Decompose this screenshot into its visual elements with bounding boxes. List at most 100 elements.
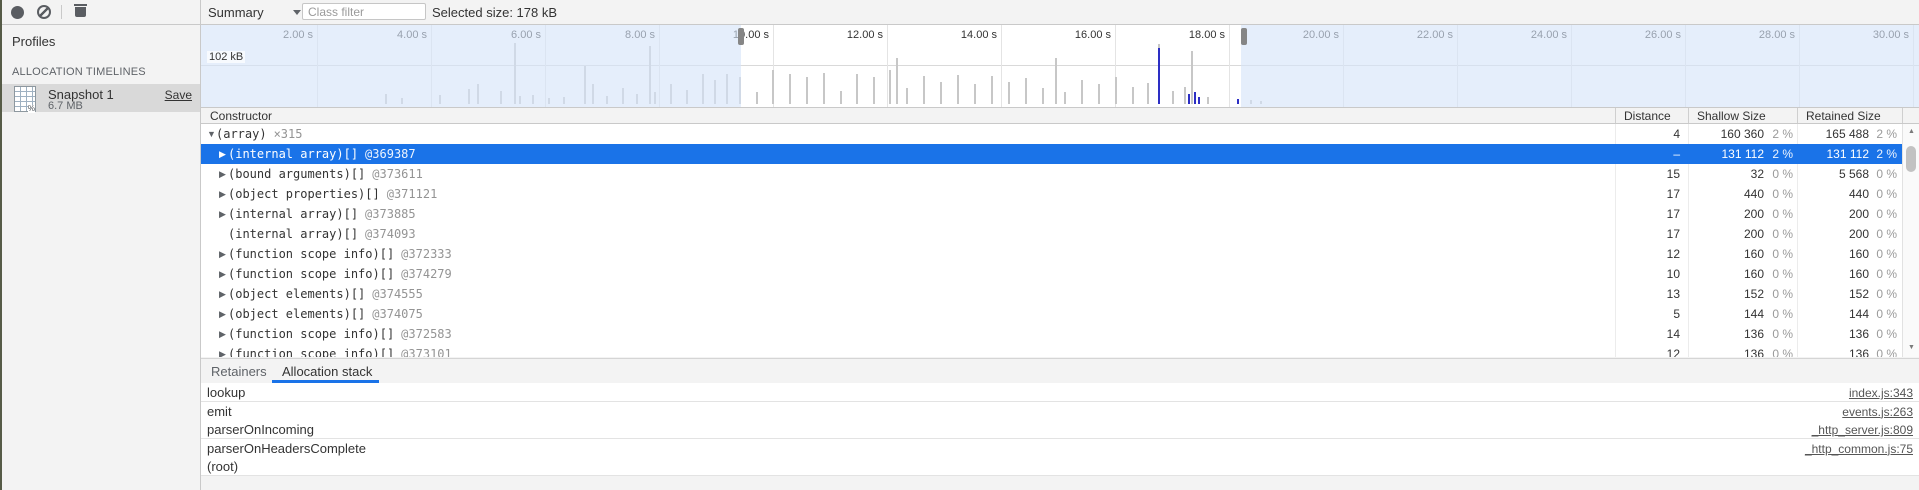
record-heap-icon[interactable]	[11, 6, 24, 19]
scroll-down-icon[interactable]: ▼	[1903, 344, 1919, 351]
source-location-link[interactable]: events.js:263	[1842, 405, 1913, 419]
allocation-bar	[940, 82, 942, 104]
tree-expand-icon[interactable]: ▶	[219, 204, 226, 224]
retained-size-cell: 136	[1797, 344, 1869, 357]
selection-handle-left[interactable]	[738, 28, 744, 45]
distance-cell: 17	[1615, 224, 1680, 244]
retained-size-cell: 144	[1797, 304, 1869, 324]
tree-expand-icon[interactable]: ▶	[219, 284, 226, 304]
shallow-pct-cell: 0 %	[1764, 284, 1793, 304]
tab-allocation-stack[interactable]: Allocation stack	[282, 364, 372, 379]
retained-pct-cell: 0 %	[1869, 264, 1897, 284]
tree-expand-icon[interactable]: ▶	[219, 244, 226, 264]
table-scrollbar[interactable]: ▲ ▼	[1902, 124, 1919, 357]
retained-pct-cell: 0 %	[1869, 324, 1897, 344]
time-tick-label: 12.00 s	[807, 29, 883, 41]
shallow-pct-cell: 0 %	[1764, 304, 1793, 324]
shallow-size-cell: 144	[1688, 304, 1764, 324]
scroll-up-icon[interactable]: ▲	[1903, 128, 1919, 135]
scrollbar-thumb[interactable]	[1906, 146, 1916, 172]
chevron-down-icon	[293, 10, 301, 15]
retained-size-cell: 200	[1797, 224, 1869, 244]
source-location-link[interactable]: _http_common.js:75	[1805, 442, 1913, 456]
column-header-shallow-size[interactable]: Shallow Size	[1697, 109, 1766, 123]
table-row[interactable]: ▶(object properties)[]@371121174400 %440…	[201, 184, 1919, 204]
source-location-link[interactable]: _http_server.js:809	[1812, 423, 1913, 437]
allocation-bar	[1194, 92, 1196, 104]
tree-expand-icon[interactable]: ▶	[219, 344, 226, 357]
shallow-pct-cell: 0 %	[1764, 204, 1793, 224]
retained-pct-cell: 2 %	[1869, 124, 1897, 144]
shallow-size-cell: 131 112	[1688, 144, 1764, 164]
allocation-bar	[1081, 80, 1083, 104]
heap-object-table[interactable]: ▼(array)×3154160 3602 %165 4882 %▶(inter…	[201, 124, 1919, 357]
timeline-gridline	[1001, 25, 1002, 107]
distance-cell: 12	[1615, 344, 1680, 357]
clear-all-icon[interactable]	[37, 5, 51, 19]
table-row[interactable]: ▶(function scope info)[]@372583141360 %1…	[201, 324, 1919, 344]
table-row[interactable]: ▶(internal array)[]@369387–131 1122 %131…	[201, 144, 1919, 164]
retained-size-cell: 131 112	[1797, 144, 1869, 164]
table-row[interactable]: (internal array)[]@374093172000 %2000 %	[201, 224, 1919, 244]
stack-frame-name: (root)	[207, 459, 238, 474]
perspective-dropdown[interactable]: Summary	[208, 4, 300, 20]
tree-collapse-icon[interactable]: ▼	[207, 124, 216, 144]
tree-expand-icon[interactable]: ▶	[219, 324, 226, 344]
table-row[interactable]: ▶(function scope info)[]@372333121600 %1…	[201, 244, 1919, 264]
retained-size-cell: 200	[1797, 204, 1869, 224]
retained-pct-cell: 0 %	[1869, 184, 1897, 204]
table-row[interactable]: ▶(object elements)[]@374555131520 %1520 …	[201, 284, 1919, 304]
table-row[interactable]: ▶(internal array)[]@373885172000 %2000 %	[201, 204, 1919, 224]
column-header-distance[interactable]: Distance	[1624, 109, 1671, 123]
shallow-size-cell: 32	[1688, 164, 1764, 184]
tree-expand-icon[interactable]: ▶	[219, 264, 226, 284]
object-id: @371121	[387, 187, 438, 201]
class-filter-input[interactable]	[302, 3, 426, 20]
table-row[interactable]: ▶(function scope info)[]@373101121360 %1…	[201, 344, 1919, 357]
constructor-name: (function scope info)[]@373101	[228, 344, 452, 357]
allocation-bar	[1237, 99, 1239, 104]
tree-expand-icon[interactable]: ▶	[219, 304, 226, 324]
tree-expand-icon[interactable]: ▶	[219, 144, 226, 164]
retained-size-cell: 440	[1797, 184, 1869, 204]
allocation-bar	[756, 92, 758, 104]
distance-cell: 17	[1615, 204, 1680, 224]
object-id: @372333	[401, 247, 452, 261]
tree-expand-icon[interactable]: ▶	[219, 164, 226, 184]
timeline-gridline	[1229, 25, 1230, 107]
trash-icon[interactable]	[74, 4, 87, 19]
constructor-name: (internal array)[]@374093	[228, 224, 416, 244]
save-link[interactable]: Save	[165, 88, 192, 102]
table-row[interactable]: ▶(function scope info)[]@374279101600 %1…	[201, 264, 1919, 284]
sidebar-item-snapshot-1[interactable]: % Snapshot 1 6.7 MB Save	[0, 84, 200, 112]
object-id: @373611	[372, 167, 423, 181]
allocation-bar	[789, 74, 791, 104]
table-row[interactable]: ▶(bound arguments)[]@37361115320 %5 5680…	[201, 164, 1919, 184]
distance-cell: 15	[1615, 164, 1680, 184]
allocation-bar	[1098, 84, 1100, 104]
column-header-constructor[interactable]: Constructor	[210, 109, 272, 123]
allocation-bar	[1188, 94, 1190, 104]
stack-frame-name: parserOnHeadersComplete	[207, 441, 366, 456]
selection-handle-right[interactable]	[1241, 28, 1247, 45]
sidebar-divider	[200, 0, 201, 490]
object-id: @373885	[365, 207, 416, 221]
allocation-bar	[1147, 83, 1149, 104]
stack-frame-row: (root)	[201, 457, 1919, 476]
tree-expand-icon[interactable]: ▶	[219, 184, 226, 204]
retained-size-cell: 136	[1797, 324, 1869, 344]
table-row[interactable]: ▼(array)×3154160 3602 %165 4882 %	[201, 124, 1919, 144]
source-location-link[interactable]: index.js:343	[1849, 386, 1913, 400]
object-id: @374093	[365, 227, 416, 241]
shallow-size-cell: 200	[1688, 224, 1764, 244]
column-header-retained-size[interactable]: Retained Size	[1806, 109, 1881, 123]
table-row[interactable]: ▶(object elements)[]@37407551440 %1440 %	[201, 304, 1919, 324]
allocation-stack-panel: lookupindex.js:343emitevents.js:263parse…	[201, 383, 1919, 476]
tab-retainers[interactable]: Retainers	[211, 364, 267, 379]
allocation-bar	[957, 75, 959, 104]
object-id: @372583	[401, 327, 452, 341]
allocation-timeline-overview[interactable]: 2.00 s4.00 s6.00 s8.00 s10.00 s12.00 s14…	[201, 25, 1919, 108]
perspective-dropdown-label: Summary	[208, 5, 264, 20]
retained-size-cell: 165 488	[1797, 124, 1869, 144]
allocation-bar	[1191, 51, 1193, 104]
